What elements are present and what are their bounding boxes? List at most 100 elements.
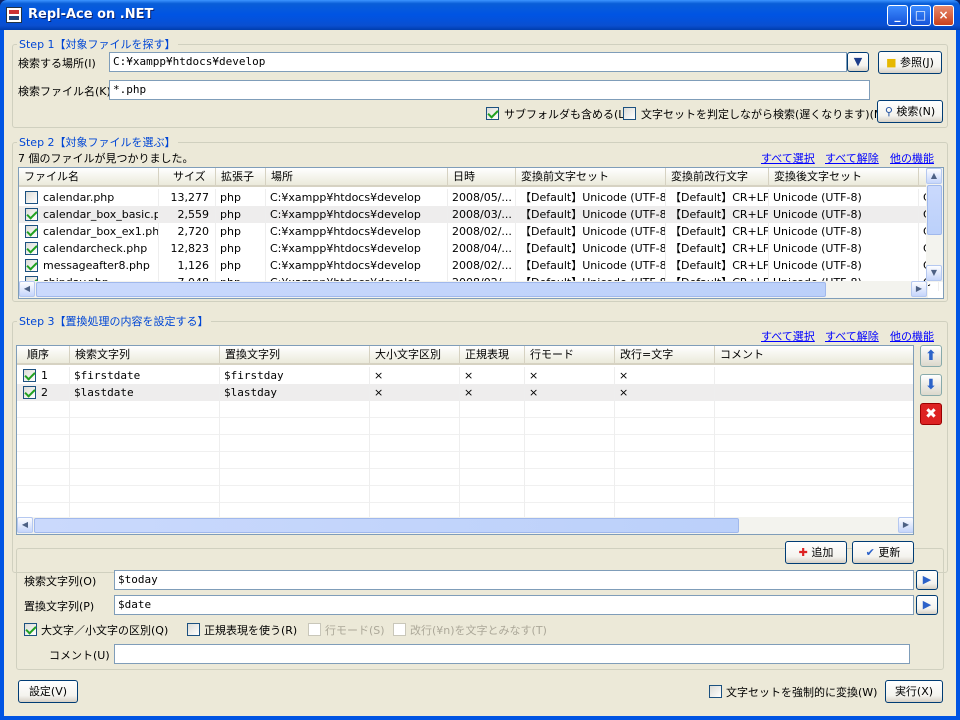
col-charset-after[interactable]: 変換後文字セット: [769, 168, 919, 187]
col-linemode[interactable]: 行モード: [525, 346, 615, 365]
scroll-left-icon[interactable]: ◀: [17, 517, 33, 533]
table-row[interactable]: 1 $firstdate $firstday × × × ×: [17, 367, 913, 384]
maximize-button[interactable]: □: [910, 5, 931, 26]
file-list-hthumb[interactable]: [36, 282, 826, 297]
delete-rule-button[interactable]: ✖: [920, 403, 942, 425]
row-checkbox[interactable]: [25, 259, 38, 272]
grid-line: [69, 435, 70, 452]
cell-size: 2,559: [159, 206, 216, 223]
rule-list-hscroll[interactable]: ◀ ▶: [17, 517, 913, 534]
run-button[interactable]: 実行(X): [885, 680, 943, 703]
subfolders-checkbox[interactable]: [486, 107, 499, 120]
minimize-button[interactable]: _: [887, 5, 908, 26]
table-row[interactable]: 2 $lastdate $lastday × × × ×: [17, 384, 913, 401]
col-date[interactable]: 日時: [448, 168, 516, 187]
scroll-left-icon[interactable]: ◀: [19, 281, 35, 297]
add-icon: ✚: [798, 546, 808, 559]
grid-line: [714, 486, 715, 503]
step3-deselect-all-link[interactable]: すべて解除: [825, 328, 879, 344]
col-search-string[interactable]: 検索文字列: [70, 346, 220, 365]
rule-list-hthumb[interactable]: [34, 518, 739, 533]
file-list-header: ファイル名 サイズ 拡張子 場所 日時 変換前文字セット 変換前改行文字 変換後…: [19, 168, 928, 187]
close-button[interactable]: ×: [933, 5, 954, 26]
cell-newline: ×: [615, 384, 715, 401]
cell-comment: [715, 384, 913, 401]
search-string-menu-button[interactable]: ▶: [916, 570, 938, 590]
newline-as-char-checkbox[interactable]: [393, 623, 406, 636]
add-rule-button[interactable]: ✚ 追加: [785, 541, 847, 564]
location-label: 検索する場所(I): [18, 57, 96, 70]
scroll-right-icon[interactable]: ▶: [898, 517, 913, 533]
row-checkbox[interactable]: [23, 386, 36, 399]
col-charset-before[interactable]: 変換前文字セット: [516, 168, 666, 187]
grid-line: [219, 469, 220, 486]
scroll-down-icon[interactable]: ▼: [926, 265, 942, 281]
scroll-right-icon[interactable]: ▶: [911, 281, 927, 297]
filename-input[interactable]: *.php: [109, 80, 870, 100]
grid-line: [219, 418, 220, 435]
location-dropdown-button[interactable]: ▼: [847, 52, 869, 72]
scroll-up-icon[interactable]: ▲: [926, 168, 942, 184]
replace-string-input[interactable]: $date: [114, 595, 914, 615]
table-row[interactable]: calendar.php 13,277 php C:¥xampp¥htdocs¥dev…: [19, 189, 939, 206]
col-ext[interactable]: 拡張子: [216, 168, 266, 187]
settings-button[interactable]: 設定(V): [18, 680, 78, 703]
file-list-hscroll[interactable]: ◀ ▶: [19, 281, 928, 298]
file-list-vthumb[interactable]: [927, 185, 942, 235]
cell-replace: $lastday: [220, 384, 370, 401]
table-row[interactable]: calendar_box_basic.p... 2,559 php C:¥xampp¥…: [19, 206, 939, 223]
force-convert-checkbox[interactable]: [709, 685, 722, 698]
step2-deselect-all-link[interactable]: すべて解除: [825, 150, 879, 166]
replace-rule-list[interactable]: 順序 検索文字列 置換文字列 大小文字区別 正規表現 行モード 改行=文字 コメ…: [16, 345, 914, 535]
file-list[interactable]: ファイル名 サイズ 拡張子 場所 日時 変換前文字セット 変換前改行文字 変換後…: [18, 167, 944, 299]
cell-name: messageafter8.php: [19, 257, 159, 274]
comment-input[interactable]: [114, 644, 910, 664]
col-size[interactable]: サイズ: [159, 168, 216, 187]
title-bar[interactable]: Repl-Ace on .NET _ □ ×: [0, 0, 960, 30]
cell-charset_before: 【Default】Unicode (UTF-8): [516, 240, 666, 257]
search-button[interactable]: ⚲ 検索(N): [877, 100, 943, 123]
col-replace-string[interactable]: 置換文字列: [220, 346, 370, 365]
regex-checkbox[interactable]: [187, 623, 200, 636]
row-checkbox[interactable]: [25, 225, 38, 238]
move-down-button[interactable]: ⬇: [920, 374, 942, 396]
case-sensitive-checkbox[interactable]: [24, 623, 37, 636]
table-row[interactable]: messageafter8.php 1,126 php C:¥xampp¥htdocs…: [19, 257, 939, 274]
col-case[interactable]: 大小文字区別: [370, 346, 460, 365]
move-up-button[interactable]: ⬆: [920, 345, 942, 367]
detect-charset-checkbox[interactable]: [623, 107, 636, 120]
col-regex[interactable]: 正規表現: [460, 346, 525, 365]
col-newline-before[interactable]: 変換前改行文字: [666, 168, 769, 187]
step2-select-all-link[interactable]: すべて選択: [761, 150, 815, 166]
found-count-text: 7 個のファイルが見つかりました。: [18, 152, 194, 165]
col-order[interactable]: 順序: [17, 346, 70, 365]
step2-other-functions-link[interactable]: 他の機能: [890, 150, 934, 166]
col-newline-char[interactable]: 改行=文字: [615, 346, 715, 365]
line-mode-checkbox[interactable]: [308, 623, 321, 636]
browse-button[interactable]: ■ 参照(J): [878, 51, 942, 74]
row-checkbox[interactable]: [23, 369, 36, 382]
col-filename[interactable]: ファイル名: [19, 168, 159, 187]
step3-other-functions-link[interactable]: 他の機能: [890, 328, 934, 344]
cell-replace: $firstday: [220, 367, 370, 384]
row-checkbox[interactable]: [25, 242, 38, 255]
update-rule-button[interactable]: ✔ 更新: [852, 541, 914, 564]
row-checkbox[interactable]: [25, 191, 38, 204]
cell-ext: php: [216, 189, 266, 206]
replace-string-menu-button[interactable]: ▶: [916, 595, 938, 615]
cell-charset_after: Unicode (UTF-8): [769, 257, 919, 274]
cell-line: ×: [525, 367, 615, 384]
col-comment[interactable]: コメント: [715, 346, 913, 365]
table-row[interactable]: calendarcheck.php 12,823 php C:¥xampp¥htdoc…: [19, 240, 939, 257]
col-location[interactable]: 場所: [266, 168, 448, 187]
row-checkbox[interactable]: [25, 208, 38, 221]
search-string-input[interactable]: $today: [114, 570, 914, 590]
location-input[interactable]: C:¥xampp¥htdocs¥develop: [109, 52, 847, 72]
file-list-vscroll[interactable]: ▲ ▼: [926, 168, 943, 282]
play-icon: ▶: [922, 573, 932, 586]
app-icon[interactable]: [6, 7, 22, 23]
grid-line: [614, 401, 615, 418]
grid-line: [219, 401, 220, 418]
table-row[interactable]: calendar_box_ex1.php 2,720 php C:¥xampp¥htd…: [19, 223, 939, 240]
step3-select-all-link[interactable]: すべて選択: [761, 328, 815, 344]
